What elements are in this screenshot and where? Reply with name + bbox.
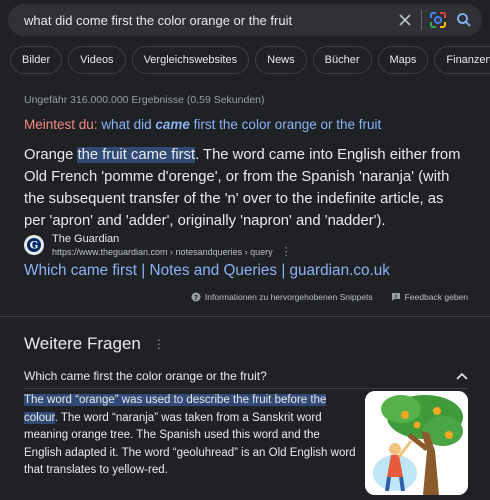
guardian-favicon: G xyxy=(24,235,44,255)
result-title-link[interactable]: Which came first | Notes and Queries | g… xyxy=(24,262,390,280)
chip-vergleichswebsites[interactable]: Vergleichswebsites xyxy=(131,46,250,74)
more-options-icon[interactable]: ⋮ xyxy=(153,337,165,351)
clear-icon[interactable] xyxy=(395,10,415,30)
expand-less-icon[interactable] xyxy=(456,369,468,383)
search-bar[interactable]: what did come first the color orange or … xyxy=(8,4,482,36)
featured-snippet-text: Orange the fruit came first. The word ca… xyxy=(24,147,461,229)
feedback-link[interactable]: Feedback geben xyxy=(405,292,468,302)
snippet-highlight: the fruit came first xyxy=(77,147,196,163)
people-also-ask-heading: Weitere Fragen ⋮ xyxy=(24,334,165,353)
info-icon: ? xyxy=(191,292,201,302)
feedback-icon xyxy=(391,292,401,302)
snippet-feedback-row: ? Informationen zu hervorgehobenen Snipp… xyxy=(191,292,468,302)
filter-chips: Bilder Videos Vergleichswebsites News Bü… xyxy=(10,46,490,74)
search-divider xyxy=(421,10,422,30)
chip-videos[interactable]: Videos xyxy=(68,46,126,74)
chip-finanzen[interactable]: Finanzen xyxy=(434,46,490,74)
result-stats: Ungefähr 316.000.000 Ergebnisse (0,59 Se… xyxy=(24,94,265,106)
search-icon[interactable] xyxy=(454,10,474,30)
chip-news[interactable]: News xyxy=(255,46,307,74)
more-options-icon[interactable]: ⋮ xyxy=(281,246,292,257)
chip-maps[interactable]: Maps xyxy=(377,46,429,74)
did-you-mean: Meintest du: what did came first the col… xyxy=(24,117,381,132)
snippet-info-link[interactable]: Informationen zu hervorgehobenen Snippet… xyxy=(205,292,373,302)
svg-text:G: G xyxy=(30,241,39,252)
section-divider xyxy=(0,316,490,317)
source-url: https://www.theguardian.com › notesandqu… xyxy=(52,245,292,258)
search-input[interactable]: what did come first the color orange or … xyxy=(24,13,395,28)
chip-buecher[interactable]: Bücher xyxy=(312,46,372,74)
paa-question-text: Which came first the color orange or the… xyxy=(24,369,267,383)
svg-text:?: ? xyxy=(194,294,198,302)
did-you-mean-label: Meintest du: xyxy=(24,117,98,132)
paa-answer-image[interactable] xyxy=(365,391,468,495)
google-lens-icon[interactable] xyxy=(428,10,448,30)
result-source[interactable]: G The Guardian https://www.theguardian.c… xyxy=(24,233,292,257)
did-you-mean-link[interactable]: what did came first the color orange or … xyxy=(101,117,381,132)
paa-answer-text: The word “orange” was used to describe t… xyxy=(24,394,356,476)
source-name: The Guardian xyxy=(52,233,120,245)
chip-bilder[interactable]: Bilder xyxy=(10,46,63,74)
paa-divider xyxy=(24,388,468,389)
